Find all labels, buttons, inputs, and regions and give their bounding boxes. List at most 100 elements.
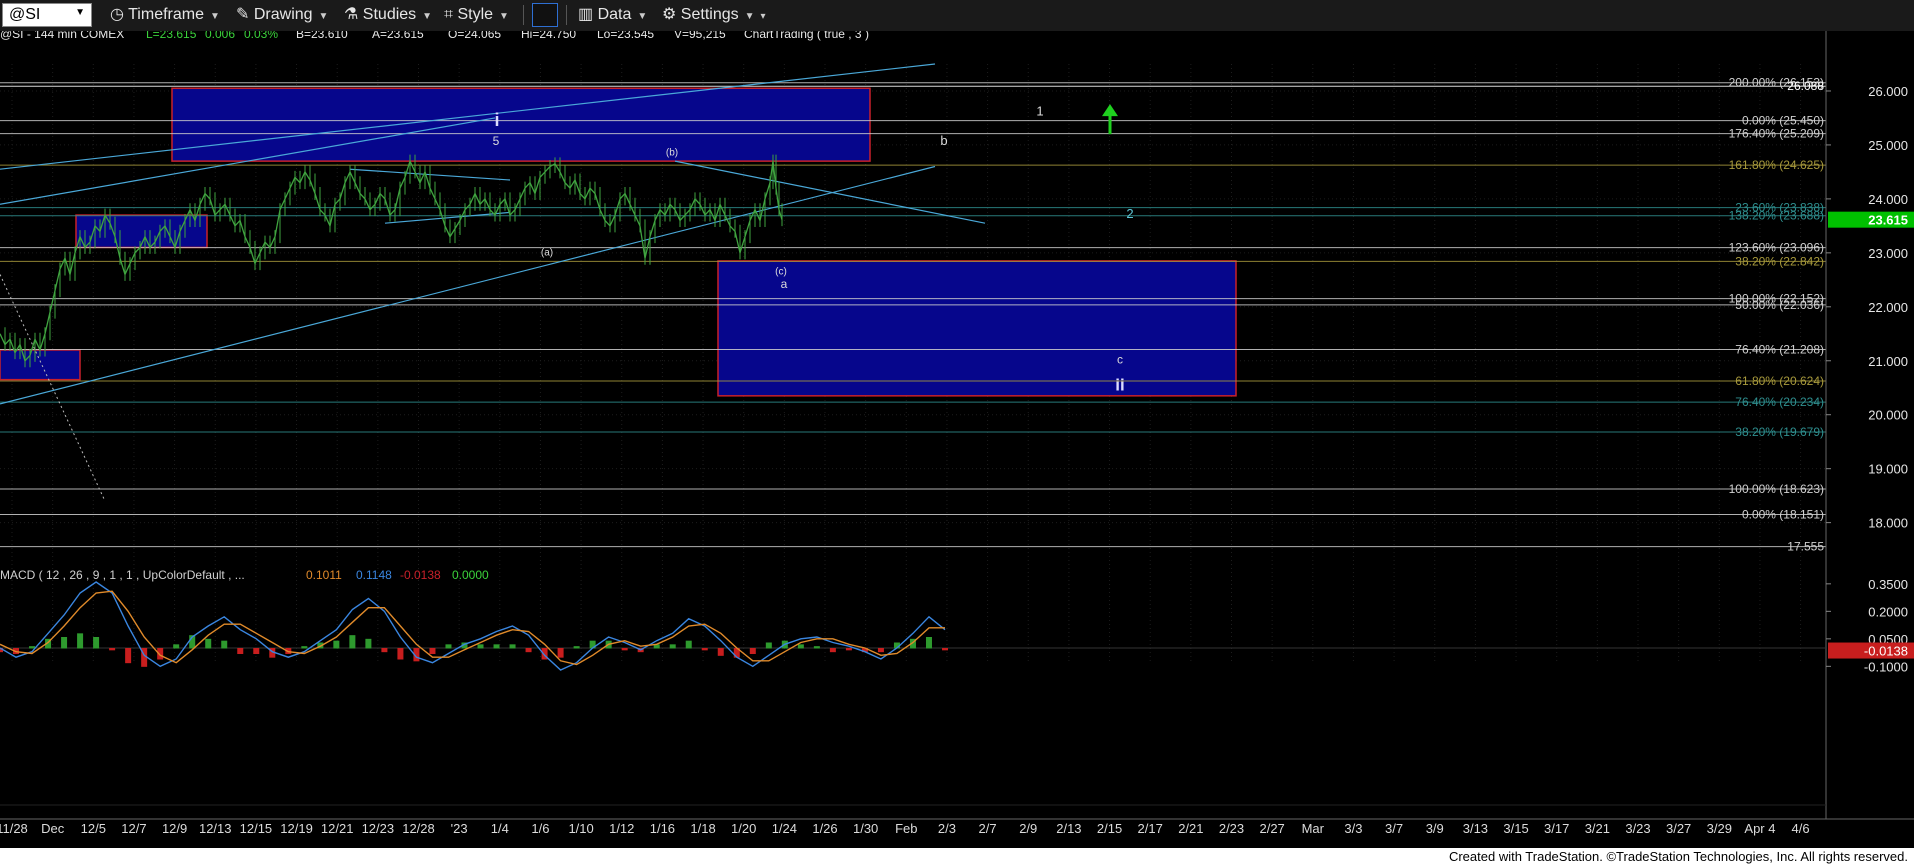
x-tick-label: 1/20 (731, 821, 756, 836)
flask-icon: ⚗ (344, 6, 363, 23)
x-tick-label: 3/29 (1707, 821, 1732, 836)
macd-histogram-bar (557, 648, 564, 658)
data-menu[interactable]: ▥ Data ▼ (578, 4, 647, 26)
macd-label: MACD ( 12 , 26 , 9 , 1 , 1 , UpColorDefa… (0, 568, 245, 582)
fib-level-label: 38.20% (19.679) (1735, 425, 1824, 439)
x-tick-label: 3/21 (1585, 821, 1610, 836)
header-symbol-info: @SI - 144 min COMEX (0, 31, 124, 41)
x-tick-label: 1/4 (491, 821, 509, 836)
x-tick-label: 1/18 (690, 821, 715, 836)
x-tick-label: 3/7 (1385, 821, 1403, 836)
x-tick-label: 2/15 (1097, 821, 1122, 836)
macd-value-3: -0.0138 (400, 568, 441, 582)
macd-histogram-bar (253, 648, 260, 654)
chevron-down-icon: ▼ (318, 11, 329, 22)
bar-chart-icon: ▥ (578, 6, 598, 23)
macd-histogram-bar (669, 644, 676, 649)
macd-histogram-bar (797, 644, 804, 649)
x-tick-label: 12/9 (162, 821, 187, 836)
x-tick-label: 1/10 (568, 821, 593, 836)
macd-histogram-bar (237, 648, 244, 654)
studies-menu[interactable]: ⚗ Studies ▼ (344, 4, 432, 26)
x-tick-label: 3/13 (1463, 821, 1488, 836)
macd-histogram-bar (845, 648, 852, 651)
x-tick-label: 12/7 (121, 821, 146, 836)
x-tick-label: 1/24 (772, 821, 797, 836)
wave-label: (c) (775, 266, 787, 277)
timeframe-menu[interactable]: ◷ Timeframe ▼ (110, 4, 220, 26)
clock-icon: ◷ (110, 6, 129, 23)
macd-histogram-bar (397, 648, 404, 660)
macd-value-4: 0.0000 (452, 568, 489, 582)
style-icon: ⌗ (444, 6, 458, 23)
header-study: ChartTrading ( true , 3 ) (744, 31, 869, 41)
symbol-selector[interactable]: @SI ▼ (2, 3, 92, 27)
macd-histogram-bar (349, 635, 356, 649)
macd-histogram-bar (61, 637, 68, 649)
toolbar-divider (566, 5, 567, 25)
x-tick-label: Dec (41, 821, 65, 836)
gear-icon: ⚙ (662, 6, 681, 23)
fib-level-label: 176.40% (25.209) (1729, 127, 1824, 141)
x-tick-label: Feb (895, 821, 917, 836)
macd-value-1: 0.1011 (306, 568, 342, 582)
macd-histogram-bar (429, 648, 436, 654)
macd-histogram-bar (829, 648, 836, 653)
x-tick-label: 12/28 (402, 821, 435, 836)
macd-value-2: 0.1148 (356, 568, 392, 582)
settings-menu[interactable]: ⚙ Settings ▼ ▾ (662, 4, 766, 26)
x-tick-label: 3/3 (1344, 821, 1362, 836)
settings-label: Settings (680, 6, 739, 23)
x-tick-label: 2/23 (1219, 821, 1244, 836)
y-tick-label: 21.000 (1868, 354, 1908, 369)
drawing-menu[interactable]: ✎ Drawing ▼ (236, 4, 328, 26)
toolbar-divider (523, 5, 524, 25)
macd-histogram-bar (765, 642, 772, 649)
chevron-down-icon: ▼ (744, 11, 755, 22)
macd-histogram-bar (877, 648, 884, 653)
toolbar: @SI ▼ ◷ Timeframe ▼ ✎ Drawing ▼ ⚗ Studies ▼… (0, 0, 1914, 32)
header-ask: A=23.615 (372, 31, 424, 41)
macd-histogram-bar (509, 644, 516, 649)
x-tick-label: 12/23 (362, 821, 395, 836)
footer: Created with TradeStation. ©TradeStation… (0, 848, 1914, 866)
drawing-label: Drawing (253, 6, 313, 23)
header-last: L=23.615 (146, 31, 197, 41)
price-chart[interactable]: i5(b)b12(a)(c)acii 200.00% (26.153)26.08… (0, 31, 1914, 848)
x-tick-label: 11/28 (0, 821, 28, 836)
y-tick-label: 24.000 (1868, 192, 1908, 207)
fib-level-label: 17.555 (1787, 540, 1824, 554)
target-zone-lower (717, 260, 1237, 397)
pencil-icon: ✎ (236, 6, 254, 23)
timeframe-label: Timeframe (128, 6, 204, 23)
x-tick-label: 3/9 (1426, 821, 1444, 836)
x-tick-label: 2/13 (1056, 821, 1081, 836)
macd-histogram-bar (685, 640, 692, 649)
fib-level-label: 61.80% (20.624) (1735, 374, 1824, 388)
style-menu[interactable]: ⌗ Style ▼ (444, 4, 509, 26)
wave-label: 2 (1126, 206, 1133, 221)
macd-histogram-bar (173, 644, 180, 649)
fib-level-label: 161.80% (24.625) (1729, 158, 1824, 172)
y-tick-label: 18.000 (1868, 516, 1908, 531)
x-tick-label: 2/7 (979, 821, 997, 836)
chevron-down-icon: ▼ (637, 11, 648, 22)
wave-label: c (1117, 352, 1123, 366)
layout-icon[interactable] (532, 3, 558, 27)
macd-histogram-bar (813, 646, 820, 649)
fib-level-label: 50.00% (22.036) (1735, 298, 1824, 312)
x-tick-label: 2/21 (1178, 821, 1203, 836)
x-tick-label: 1/6 (531, 821, 549, 836)
header-change: 0.006 (205, 31, 235, 41)
macd-y-tick-label: -0.1000 (1864, 659, 1908, 674)
header-low: Lo=23.545 (597, 31, 654, 41)
macd-histogram-bar (221, 640, 228, 649)
x-tick-label: 2/3 (938, 821, 956, 836)
chevron-down-icon: ▼ (422, 11, 433, 22)
x-tick-label: 1/30 (853, 821, 878, 836)
header-open: O=24.065 (448, 31, 501, 41)
wave-label: ii (1115, 375, 1124, 394)
macd-histogram-bar (93, 637, 100, 649)
wave-label: 5 (493, 134, 500, 148)
fib-level-label: 0.00% (18.151) (1742, 507, 1824, 521)
